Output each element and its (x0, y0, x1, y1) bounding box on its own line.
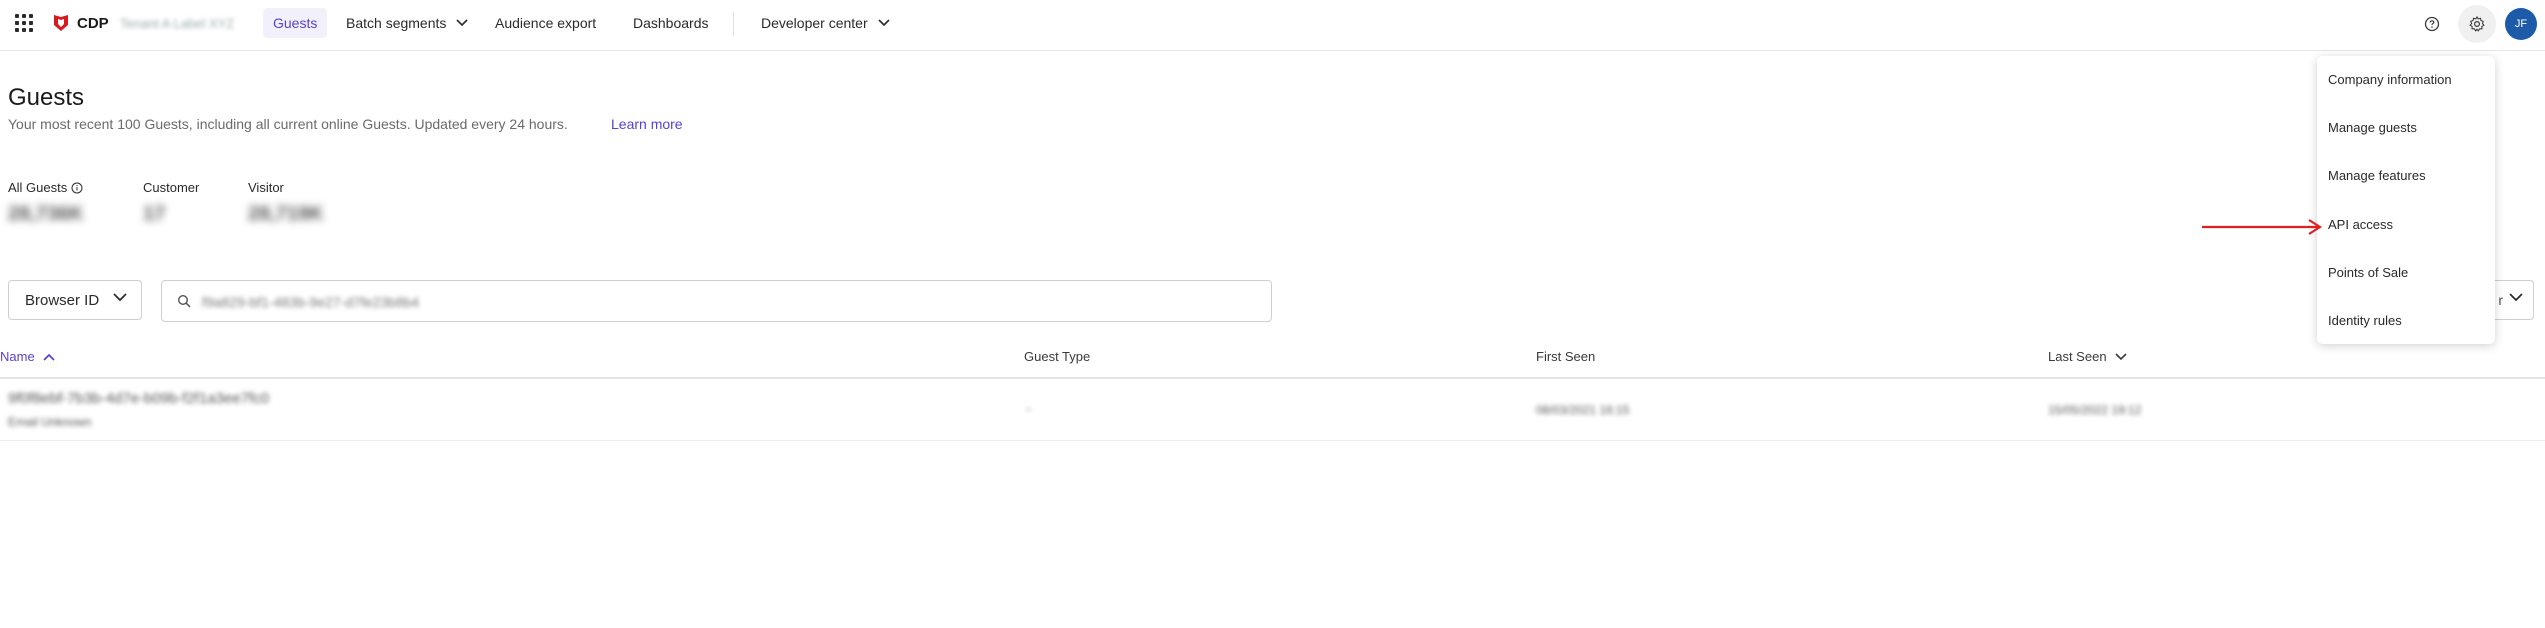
last-seen-cell: 15/05/2022 19:12 (2048, 403, 2142, 417)
identifier-select-value: Browser ID (25, 291, 100, 309)
first-seen-cell: 08/03/2021 16:15 (1536, 403, 1630, 417)
menu-item-points-of-sale[interactable]: Points of Sale (2328, 265, 2408, 280)
menu-item-manage-features[interactable]: Manage features (2328, 168, 2426, 183)
stat-visitor-value: 28,719K (248, 203, 324, 225)
menu-item-company-information[interactable]: Company information (2328, 72, 2452, 87)
chevron-down-icon (456, 19, 468, 27)
nav-developer-center-label: Developer center (761, 15, 868, 31)
nav-guests[interactable]: Guests (263, 8, 328, 38)
nav-developer-center[interactable]: Developer center (751, 8, 900, 38)
table-row-divider (0, 440, 2545, 441)
menu-item-api-access[interactable]: API access (2328, 217, 2393, 232)
column-header-last-seen-label: Last Seen (2048, 349, 2107, 364)
guest-email-cell: Email Unknown (8, 415, 92, 429)
search-input[interactable]: f9a829-bf1-483b-9e27-d7fe23b8b4 (202, 294, 419, 310)
nav-audience-export-label: Audience export (495, 15, 597, 31)
chevron-down-icon (878, 19, 890, 27)
identifier-select[interactable]: Browser ID (8, 280, 142, 320)
stat-all-guests-label: All Guests (8, 180, 83, 195)
annotation-arrow-icon (2202, 219, 2323, 235)
nav-batch-segments-label: Batch segments (346, 15, 447, 31)
nav-dashboards[interactable]: Dashboards (623, 8, 719, 38)
brand-logo-icon (54, 15, 68, 31)
stat-all-guests-value: 28,736K (8, 203, 84, 225)
chevron-down-icon (113, 293, 127, 302)
stat-customer-label: Customer (143, 180, 200, 195)
column-header-last-seen[interactable]: Last Seen (2048, 349, 2127, 364)
guest-name-cell[interactable]: 9f0f8ebf-7b3b-4d7e-b09b-f2f1a3ee7fc0 (8, 390, 269, 407)
stat-all-guests-text: All Guests (8, 180, 68, 195)
apps-grid-icon[interactable] (15, 14, 33, 32)
column-header-guest-type[interactable]: Guest Type (1024, 349, 1090, 364)
gear-icon (2469, 15, 2485, 32)
guest-type-cell: - (1026, 400, 1031, 416)
column-header-first-seen[interactable]: First Seen (1536, 349, 1595, 364)
menu-item-manage-guests[interactable]: Manage guests (2328, 120, 2417, 135)
chevron-down-icon (2114, 352, 2127, 360)
learn-more-link[interactable]: Learn more (611, 116, 683, 132)
nav-dashboards-label: Dashboards (633, 15, 709, 31)
column-header-name[interactable]: Name (0, 349, 55, 364)
settings-menu: Company information Manage guests Manage… (2317, 56, 2495, 344)
chevron-up-icon (43, 353, 55, 361)
filter-dropdown-partial-label: r (2498, 292, 2503, 308)
brand-name[interactable]: CDP (77, 15, 109, 32)
help-icon[interactable] (2420, 12, 2444, 36)
tenant-name[interactable]: Tenant A Label XYZ (120, 16, 234, 31)
stat-visitor-label: Visitor (248, 180, 284, 195)
stat-customer-value: 17 (143, 203, 166, 225)
search-icon (177, 294, 191, 308)
settings-button[interactable] (2458, 5, 2496, 43)
guest-search-box[interactable]: f9a829-bf1-483b-9e27-d7fe23b8b4 (161, 280, 1272, 322)
page-subtitle: Your most recent 100 Guests, including a… (8, 116, 568, 132)
top-navigation-bar: CDP Tenant A Label XYZ Guests Batch segm… (0, 0, 2545, 51)
menu-item-identity-rules[interactable]: Identity rules (2328, 313, 2402, 328)
nav-batch-segments[interactable]: Batch segments (336, 8, 478, 38)
nav-divider (733, 12, 734, 36)
nav-guests-label: Guests (273, 15, 318, 31)
page-title: Guests (8, 84, 85, 111)
chevron-down-icon (2509, 293, 2523, 302)
user-avatar[interactable]: JF (2505, 8, 2537, 40)
info-icon[interactable] (71, 182, 83, 194)
column-header-name-label: Name (0, 349, 35, 364)
nav-audience-export[interactable]: Audience export (485, 8, 606, 38)
table-header-divider (0, 377, 2545, 379)
